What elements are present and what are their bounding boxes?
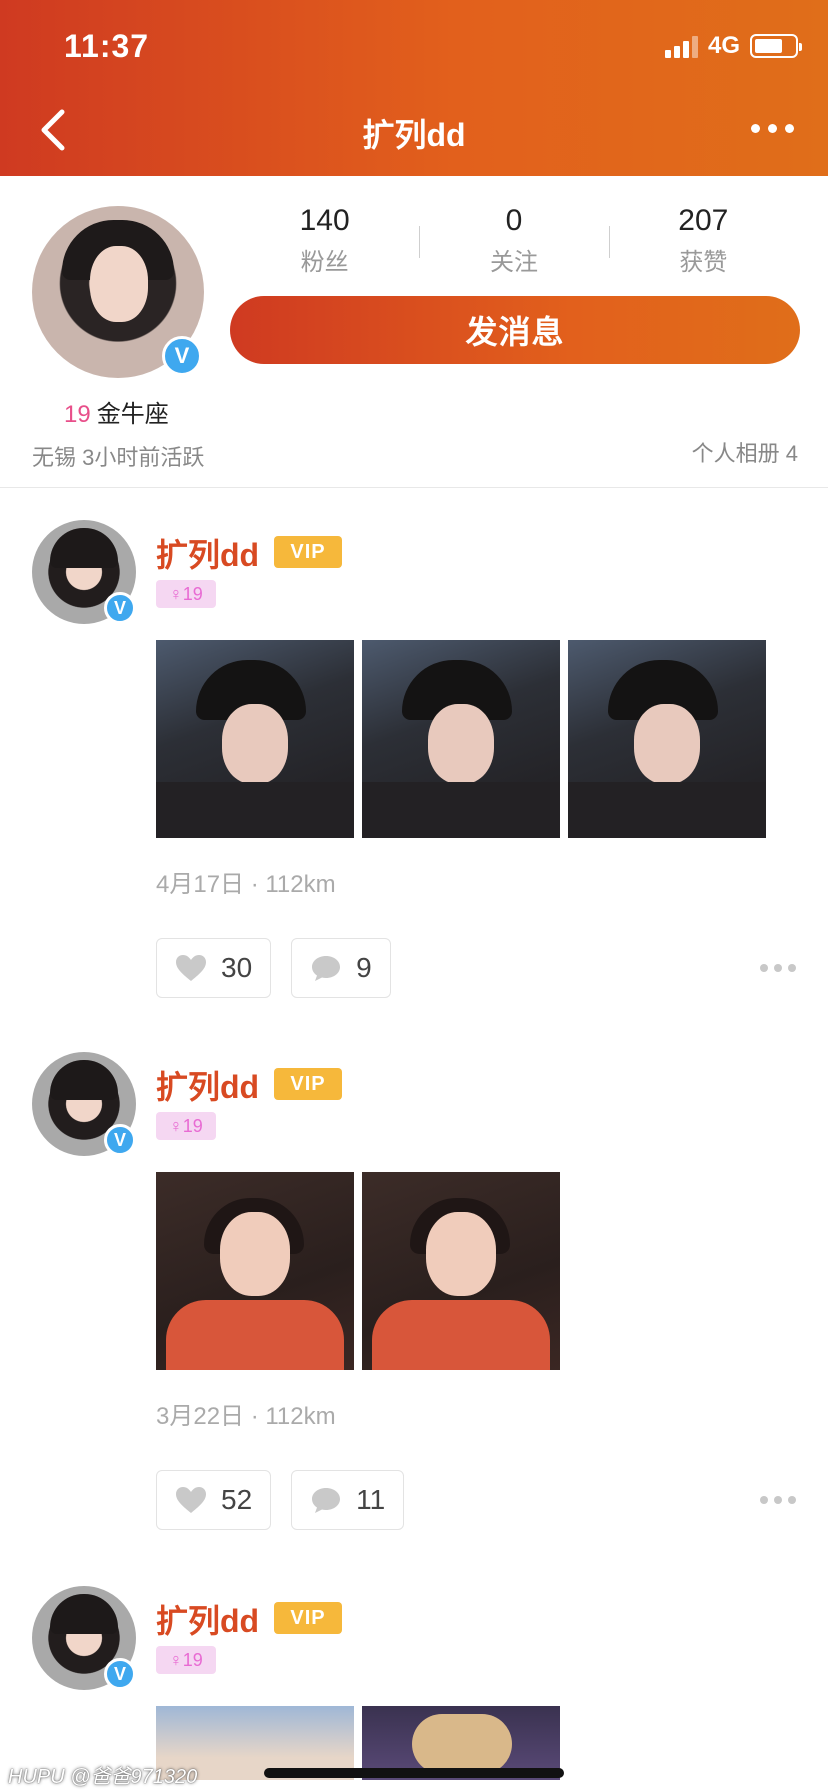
post-photos [156,640,766,838]
age-value: 19 [64,401,91,428]
like-count: 30 [221,952,253,983]
like-button[interactable]: 30 [156,938,272,998]
signal-icon [664,34,698,58]
comment-button[interactable]: 11 [291,1470,405,1530]
vip-badge: VIP [274,536,342,568]
comment-button[interactable]: 9 [291,938,391,998]
home-indicator[interactable] [264,1768,564,1778]
stat-following-label: 关注 [489,249,538,276]
age-zodiac: 19 金牛座 [64,394,169,429]
zodiac-label: 金牛座 [96,401,169,428]
status-icons: 4G [664,32,802,60]
post-author-name[interactable]: 扩列dd [156,1596,259,1642]
location-activity: 无锡 3小时前活跃 [32,445,205,470]
gender-age-badge: ♀19 [156,580,216,608]
post-author-name[interactable]: 扩列dd [156,1062,259,1108]
post-photo[interactable] [568,640,766,838]
stat-following-value: 0 [505,204,523,237]
gender-age-badge: ♀19 [156,1646,216,1674]
status-time: 11:37 [64,28,150,64]
verified-badge: V [104,592,136,624]
profile-section: V 140 粉丝 0 关注 207 获赞 发消息 19 金牛座 无锡 3小时前活跃… [0,176,828,488]
profile-stats: 140 粉丝 0 关注 207 获赞 [230,204,798,277]
album-link[interactable]: 个人相册 4 [692,436,798,468]
stat-followers[interactable]: 140 粉丝 [230,204,419,277]
post-more-icon[interactable] [760,1496,796,1504]
battery-icon [750,34,802,58]
post-photo[interactable] [156,1172,354,1370]
stat-following[interactable]: 0 关注 [419,204,608,277]
comment-icon [312,1488,341,1513]
network-label: 4G [707,32,740,59]
more-options-icon[interactable] [751,124,794,133]
vip-badge: VIP [274,1068,342,1100]
like-count: 52 [221,1484,253,1515]
stat-followers-label: 粉丝 [300,249,349,276]
post-photos [156,1172,560,1370]
heart-icon [176,955,206,981]
verified-badge: V [104,1124,136,1156]
verified-badge: V [162,336,202,376]
gender-age-badge: ♀19 [156,1112,216,1140]
post-more-icon[interactable] [760,964,796,972]
vip-badge: VIP [274,1602,342,1634]
like-button[interactable]: 52 [156,1470,272,1530]
stat-likes-label: 获赞 [679,249,728,276]
stat-likes[interactable]: 207 获赞 [608,204,798,277]
comment-count: 9 [356,952,372,983]
stat-followers-value: 140 [299,204,350,237]
post-photo[interactable] [156,640,354,838]
stat-likes-value: 207 [678,204,729,237]
heart-icon [176,1487,206,1513]
post-actions: 52 11 [156,1470,405,1530]
post-photo[interactable] [362,640,560,838]
comment-count: 11 [356,1484,386,1515]
post-meta: 3月22日 · 112km [156,1403,336,1430]
watermark-text: HUPU @爸爸971320 [8,1766,198,1788]
page-title: 扩列dd [362,117,466,153]
post-meta: 4月17日 · 112km [156,871,336,898]
verified-badge: V [104,1658,136,1690]
post-actions: 30 9 [156,938,391,998]
top-header: 11:37 4G 扩列dd [0,0,828,176]
send-message-button[interactable]: 发消息 [230,296,800,364]
post-author-name[interactable]: 扩列dd [156,530,259,576]
post-photo[interactable] [362,1172,560,1370]
comment-icon [312,956,341,981]
